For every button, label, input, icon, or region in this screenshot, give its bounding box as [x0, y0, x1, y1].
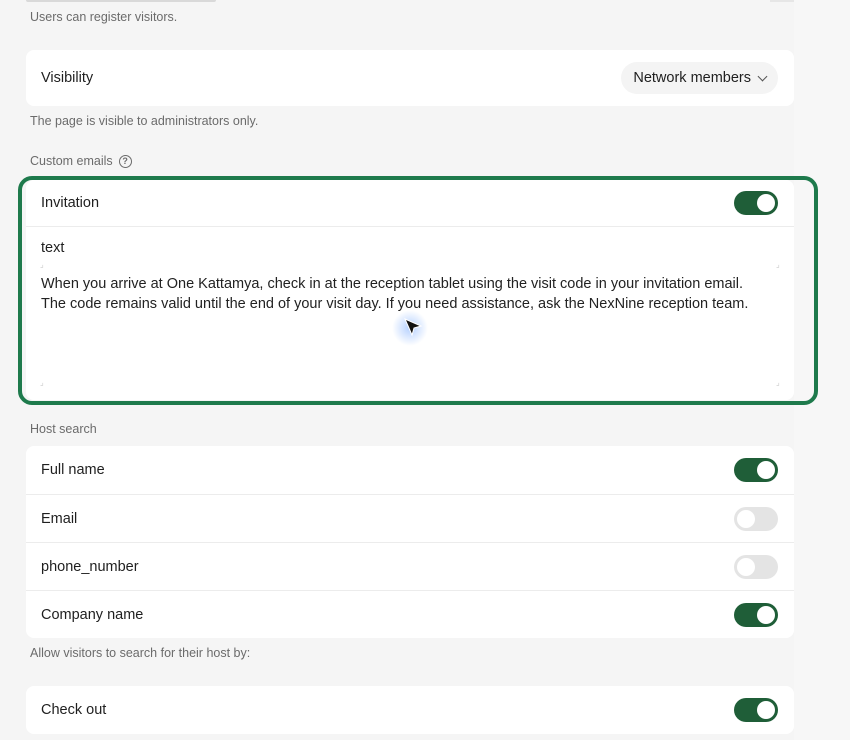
- email-toggle[interactable]: [734, 506, 778, 531]
- chevron-down-icon: [757, 71, 768, 81]
- question-circle-icon[interactable]: ?: [118, 154, 132, 168]
- check-out-row: Check out: [26, 686, 794, 734]
- toggle-knob: [737, 509, 755, 528]
- check-out-toggle[interactable]: [734, 698, 778, 722]
- visibility-row: Visibility Network members: [26, 50, 794, 106]
- mouse-pointer-icon: [404, 318, 423, 337]
- toggle-knob: [757, 605, 775, 624]
- top-scroll-edge-right: [770, 0, 794, 2]
- host-search-label: Host search: [30, 422, 97, 436]
- focus-highlight-frame: [18, 176, 818, 405]
- top-scroll-edge: [26, 0, 216, 2]
- register-helper-text: Users can register visitors.: [30, 10, 178, 24]
- full-name-label: Full name: [41, 462, 105, 478]
- host-search-row-email: Email: [26, 494, 794, 542]
- full-name-toggle[interactable]: [734, 458, 778, 482]
- toggle-knob: [737, 557, 755, 576]
- email-label: Email: [41, 510, 78, 527]
- visibility-card: Visibility Network members: [26, 50, 794, 106]
- visibility-select[interactable]: Network members: [621, 62, 778, 94]
- custom-emails-label: Custom emails: [30, 154, 113, 168]
- toggle-knob: [757, 461, 775, 479]
- host-search-heading: Host search: [30, 422, 97, 436]
- host-search-row-company-name: Company name: [26, 590, 794, 638]
- visibility-label: Visibility: [41, 70, 94, 86]
- visibility-helper-text: The page is visible to administrators on…: [30, 114, 259, 128]
- toggle-knob: [757, 701, 775, 719]
- check-out-card: Check out: [26, 686, 794, 734]
- host-search-row-phone-number: phone_number: [26, 542, 794, 590]
- visibility-selected-value: Network members: [633, 70, 751, 86]
- check-out-label: Check out: [41, 702, 107, 718]
- company-name-toggle[interactable]: [734, 602, 778, 627]
- company-name-label: Company name: [41, 606, 144, 623]
- phone-number-toggle[interactable]: [734, 554, 778, 579]
- host-search-helper-text: Allow visitors to search for their host …: [30, 646, 251, 660]
- custom-emails-heading: Custom emails ?: [30, 154, 132, 168]
- host-search-row-full-name: Full name: [26, 446, 794, 494]
- phone-number-label: phone_number: [41, 558, 139, 575]
- host-search-card: Full name Email phone_number Company nam…: [26, 446, 794, 638]
